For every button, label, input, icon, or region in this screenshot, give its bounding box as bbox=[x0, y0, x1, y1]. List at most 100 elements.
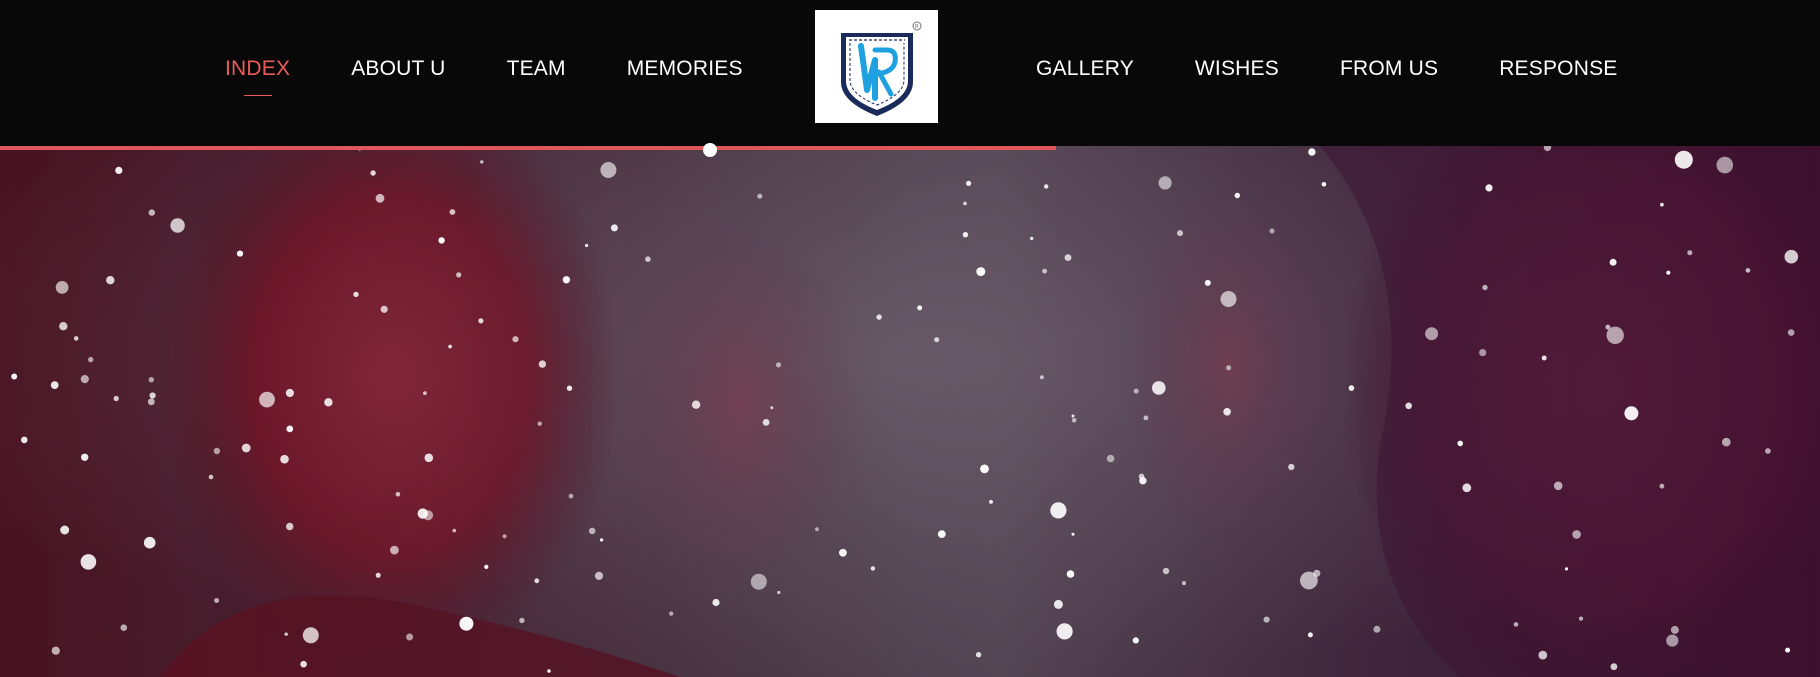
snow-particle bbox=[1152, 381, 1166, 395]
snow-particle bbox=[815, 527, 819, 532]
nav-item-wishes[interactable]: WISHES bbox=[1195, 56, 1279, 82]
snow-particle bbox=[80, 554, 97, 570]
snow-particle bbox=[285, 388, 294, 398]
snow-particle bbox=[1071, 414, 1075, 418]
snow-particle bbox=[1050, 502, 1067, 519]
snow-particle bbox=[438, 237, 445, 244]
snow-particle bbox=[1308, 148, 1316, 156]
snow-particle bbox=[1220, 291, 1237, 307]
snow-particle bbox=[115, 166, 123, 174]
snow-particle bbox=[21, 436, 28, 444]
snow-particle bbox=[406, 633, 414, 641]
snow-particle bbox=[757, 193, 763, 199]
snow-particle bbox=[1226, 365, 1232, 371]
snow-particle bbox=[1373, 625, 1381, 633]
snow-particle bbox=[594, 571, 604, 580]
snow-particle bbox=[1234, 192, 1241, 199]
snow-particle bbox=[762, 419, 770, 426]
snow-particle bbox=[1181, 581, 1187, 586]
snow-particle bbox=[1745, 268, 1751, 273]
snow-particle bbox=[1056, 623, 1073, 640]
snow-particle bbox=[1044, 184, 1049, 189]
snow-particle bbox=[213, 447, 221, 455]
snow-particle bbox=[459, 616, 474, 631]
scroll-progress-knob[interactable] bbox=[702, 143, 717, 157]
snow-particle bbox=[11, 373, 18, 380]
snow-particle bbox=[1538, 650, 1548, 660]
snow-particle bbox=[1071, 532, 1075, 536]
snow-particle bbox=[1785, 647, 1791, 653]
nav-item-index[interactable]: INDEX bbox=[225, 56, 290, 96]
snow-particle bbox=[934, 337, 940, 343]
snow-particle bbox=[284, 632, 288, 636]
snow-particle bbox=[456, 272, 462, 278]
snow-particle bbox=[1066, 570, 1075, 578]
snow-particle bbox=[1106, 454, 1115, 463]
snow-particle bbox=[81, 453, 89, 461]
snow-particle bbox=[1572, 530, 1581, 539]
snow-particle bbox=[259, 391, 275, 408]
snow-particle bbox=[1765, 448, 1771, 454]
snow-particle bbox=[1425, 327, 1439, 341]
snow-particle bbox=[1564, 567, 1569, 571]
snow-particle bbox=[113, 395, 119, 402]
snow-particle bbox=[1177, 230, 1183, 237]
snow-particle bbox=[300, 660, 307, 668]
nav-item-team[interactable]: TEAM bbox=[507, 56, 566, 82]
snow-particle bbox=[750, 573, 767, 590]
snow-particle bbox=[1143, 415, 1149, 421]
snow-particle bbox=[1223, 408, 1231, 416]
nav-item-memories[interactable]: MEMORIES bbox=[627, 56, 743, 82]
snow-particle bbox=[1610, 663, 1618, 671]
snow-particle bbox=[170, 218, 185, 233]
snow-particle bbox=[1133, 388, 1139, 394]
scroll-progress-bar bbox=[0, 146, 1056, 150]
logo[interactable]: R bbox=[815, 10, 938, 123]
snow-particle bbox=[600, 162, 617, 178]
snow-particle bbox=[417, 508, 428, 519]
nav-item-label: TEAM bbox=[506, 57, 566, 80]
snow-particle bbox=[1457, 440, 1463, 447]
nav-item-response[interactable]: RESPONSE bbox=[1499, 56, 1617, 82]
snow-particle bbox=[770, 406, 774, 410]
snow-particle bbox=[484, 564, 489, 569]
nav-item-from-us[interactable]: FROM US bbox=[1340, 56, 1438, 82]
snow-particle bbox=[1132, 637, 1139, 644]
snow-particle bbox=[1674, 150, 1693, 169]
shield-crest-logo-icon: R bbox=[841, 21, 922, 116]
snow-particle bbox=[449, 209, 456, 215]
snow-particle bbox=[512, 336, 519, 343]
snow-particle bbox=[519, 617, 525, 624]
snow-particle bbox=[1578, 616, 1584, 621]
snow-particle bbox=[1064, 254, 1072, 261]
snow-particle bbox=[502, 534, 507, 539]
snow-particle bbox=[1348, 385, 1355, 391]
snow-particle bbox=[966, 180, 972, 186]
nav-item-label: FROM US bbox=[1339, 57, 1439, 80]
nav-item-gallery[interactable]: GALLERY bbox=[1036, 56, 1134, 82]
snow-particle bbox=[1716, 156, 1734, 174]
snow-particle bbox=[775, 362, 782, 368]
snow-particle bbox=[980, 464, 989, 474]
nav-item-label: RESPONSE bbox=[1499, 57, 1618, 80]
svg-text:R: R bbox=[915, 24, 919, 31]
snow-particle bbox=[120, 624, 128, 631]
snow-particle bbox=[208, 474, 214, 480]
snow-particle bbox=[380, 305, 388, 313]
snow-particle bbox=[480, 160, 484, 164]
snow-particle bbox=[547, 669, 551, 673]
snow-particle bbox=[1139, 477, 1147, 485]
snow-particle bbox=[839, 548, 847, 557]
snow-particle bbox=[669, 611, 674, 616]
snow-particle bbox=[395, 491, 401, 497]
snow-particle bbox=[917, 305, 923, 311]
snow-particle bbox=[712, 598, 720, 607]
snow-particle bbox=[1624, 406, 1639, 421]
snow-particle bbox=[1670, 625, 1679, 634]
snow-particle bbox=[302, 627, 319, 644]
snow-particle bbox=[962, 232, 969, 238]
nav-item-about-u[interactable]: ABOUT U bbox=[351, 56, 445, 82]
snow-particle bbox=[777, 590, 781, 595]
snow-particle bbox=[1071, 418, 1077, 423]
snow-particle bbox=[286, 425, 294, 433]
